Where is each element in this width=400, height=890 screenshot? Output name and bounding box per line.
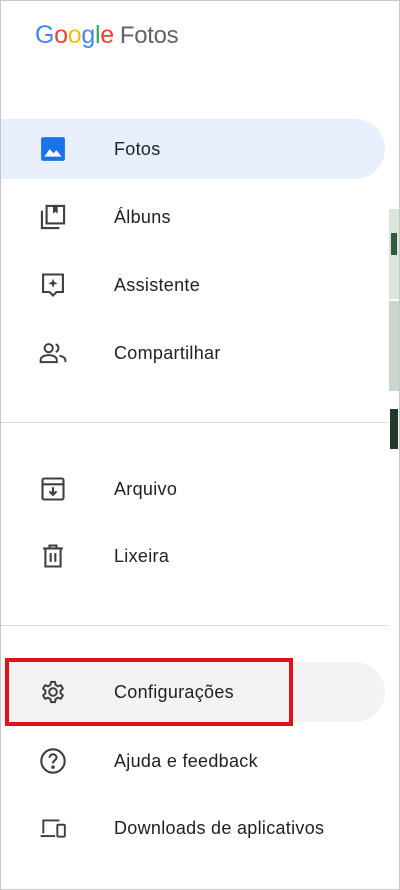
gear-icon bbox=[39, 678, 67, 706]
product-name: Fotos bbox=[119, 22, 179, 49]
nav-label: Lixeira bbox=[114, 545, 170, 566]
nav-label: Fotos bbox=[114, 138, 161, 159]
photo-icon bbox=[39, 135, 67, 163]
nav-item-downloads-aplicativos[interactable]: Downloads de aplicativos bbox=[1, 798, 385, 858]
nav-label: Configurações bbox=[114, 681, 234, 702]
nav-item-ajuda-feedback[interactable]: Ajuda e feedback bbox=[1, 731, 385, 791]
nav-label: Assistente bbox=[114, 274, 201, 295]
devices-icon bbox=[39, 814, 67, 842]
nav-label: Ajuda e feedback bbox=[114, 750, 258, 771]
nav-item-arquivo[interactable]: Arquivo bbox=[1, 459, 385, 519]
sharing-icon bbox=[39, 339, 67, 367]
assistant-icon bbox=[39, 271, 67, 299]
nav-item-lixeira[interactable]: Lixeira bbox=[1, 526, 385, 586]
nav-item-fotos[interactable]: Fotos bbox=[1, 119, 385, 179]
nav-label: Álbuns bbox=[114, 206, 171, 227]
google-photos-logo[interactable]: Google Fotos bbox=[35, 21, 179, 55]
nav-label: Compartilhar bbox=[114, 342, 221, 363]
nav-item-configuracoes[interactable]: Configurações bbox=[1, 662, 385, 722]
trash-icon bbox=[39, 542, 67, 570]
app-window: Google Fotos Fotos Álbuns Assistente Com… bbox=[0, 0, 400, 890]
nav-label: Arquivo bbox=[114, 478, 178, 499]
section-divider bbox=[1, 422, 389, 423]
navigation-drawer: Google Fotos Fotos Álbuns Assistente Com… bbox=[1, 1, 389, 889]
archive-icon bbox=[39, 475, 67, 503]
nav-item-albuns[interactable]: Álbuns bbox=[1, 187, 385, 247]
google-wordmark: Google bbox=[35, 21, 114, 49]
section-divider bbox=[1, 625, 389, 626]
albums-icon bbox=[39, 203, 67, 231]
nav-item-assistente[interactable]: Assistente bbox=[1, 255, 385, 315]
nav-item-compartilhar[interactable]: Compartilhar bbox=[1, 323, 385, 383]
nav-label: Downloads de aplicativos bbox=[114, 817, 325, 838]
help-icon bbox=[39, 747, 67, 775]
